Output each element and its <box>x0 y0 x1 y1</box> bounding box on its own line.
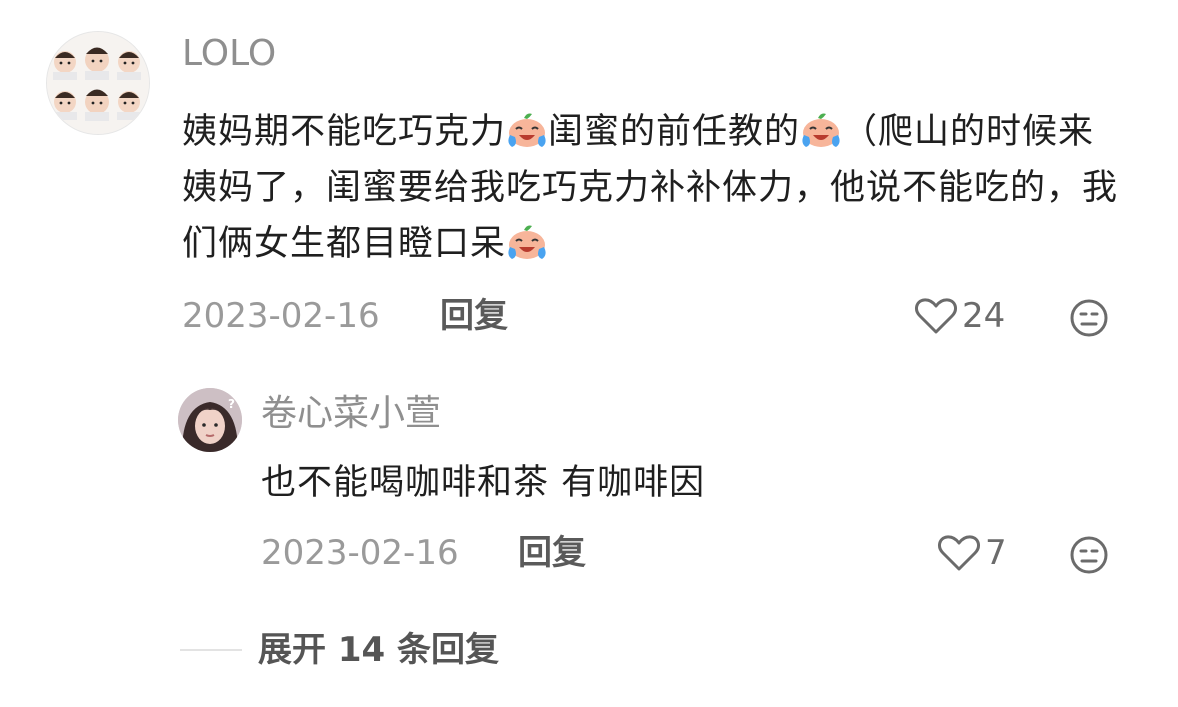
dislike-face-icon[interactable] <box>1069 535 1109 575</box>
reply-date: 2023-02-16 <box>261 533 459 573</box>
expand-replies-button[interactable]: 展开 14 条回复 <box>258 628 499 672</box>
crying-laughing-emoji-icon <box>508 113 546 147</box>
comment-date: 2023-02-16 <box>182 296 380 336</box>
replier-username[interactable]: 卷心菜小萱 <box>261 392 441 436</box>
comment-text: 姨妈期不能吃巧克力 闺蜜的前任教的 （爬山的时候来姨妈了，闺蜜要给我吃巧克力补补… <box>182 104 1122 272</box>
comment-like-button[interactable]: 24 <box>914 294 1005 338</box>
reply-text: 也不能喝咖啡和茶 有咖啡因 <box>261 463 706 503</box>
heart-icon <box>938 535 980 571</box>
reply-like-button[interactable]: 7 <box>937 531 1007 575</box>
comment-like-count: 24 <box>962 296 1006 336</box>
commenter-avatar[interactable] <box>46 31 150 135</box>
expand-divider <box>180 649 242 651</box>
reply-like-count: 7 <box>985 533 1007 573</box>
crying-laughing-emoji-icon <box>802 113 840 147</box>
svg-text:?: ? <box>228 397 235 411</box>
reply-reply-button[interactable]: 回复 <box>518 531 586 575</box>
heart-icon <box>915 298 957 334</box>
replier-avatar[interactable]: ? <box>178 388 242 452</box>
comment-reply-button[interactable]: 回复 <box>440 294 508 338</box>
commenter-username[interactable]: LOLO <box>182 32 276 76</box>
crying-laughing-emoji-icon <box>508 225 546 259</box>
comment-text-part-2: 闺蜜的前任教的 <box>548 112 801 152</box>
dislike-face-icon[interactable] <box>1069 298 1109 338</box>
comment-text-part-1: 姨妈期不能吃巧克力 <box>182 112 507 152</box>
